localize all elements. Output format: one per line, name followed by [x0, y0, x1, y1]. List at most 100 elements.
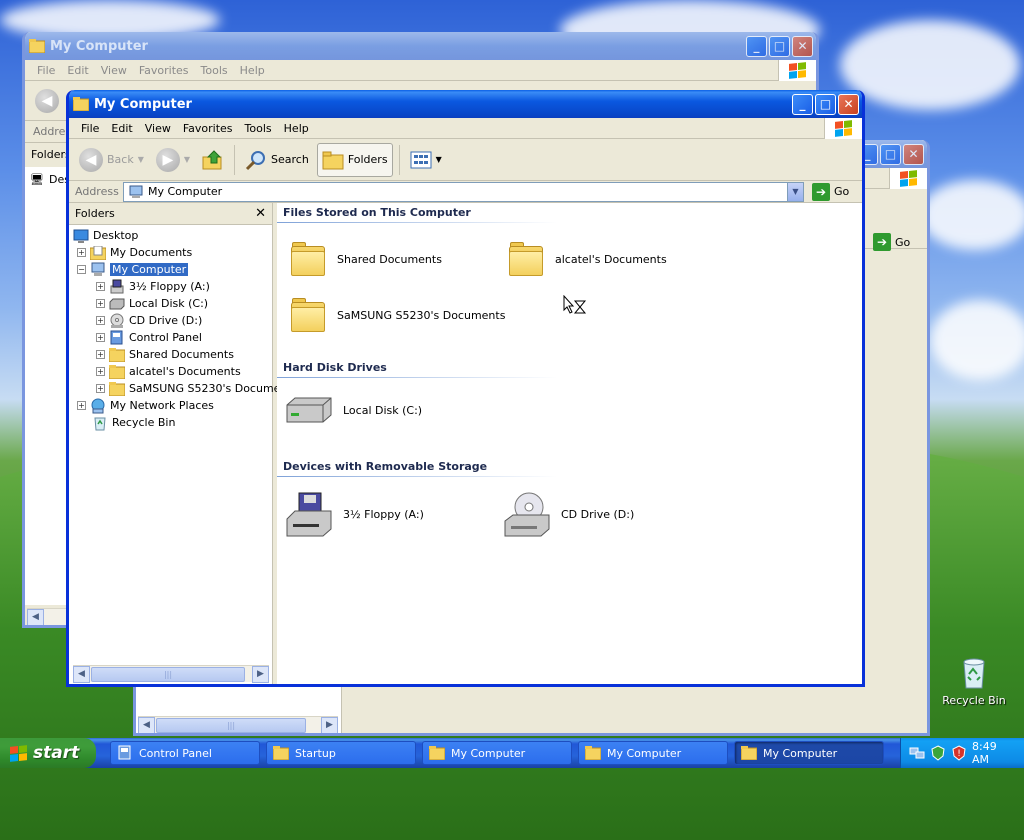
forward-arrow-icon: ▶ — [155, 147, 180, 172]
expand-icon[interactable]: + — [96, 333, 105, 342]
scroll-left-icon[interactable]: ◀ — [27, 608, 44, 625]
menu-favorites[interactable]: Favorites — [133, 64, 195, 77]
menu-view[interactable]: View — [139, 122, 177, 135]
tree-item-label: CD Drive (D:) — [129, 314, 203, 327]
back-window-2-hscrollbar[interactable]: ◀ ||| ▶ — [138, 716, 338, 733]
folders-button[interactable]: Folders — [316, 142, 393, 177]
tree-item-alcatel-documents[interactable]: + alcatel's Documents — [96, 363, 241, 380]
minimize-button[interactable]: _ — [746, 35, 767, 57]
item-samsung-documents[interactable]: SaMSUNG S5230's Documents — [289, 297, 505, 333]
back-dropdown-icon[interactable]: ▼ — [138, 155, 144, 164]
search-button[interactable]: Search — [241, 143, 313, 177]
tree-item-control-panel[interactable]: + Control Panel — [96, 329, 202, 346]
menu-edit[interactable]: Edit — [105, 122, 138, 135]
back-window-1-hscrollbar[interactable]: ◀ — [27, 608, 71, 625]
item-floppy[interactable]: 3½ Floppy (A:) — [285, 491, 424, 537]
tree-item-network-places[interactable]: + My Network Places — [77, 397, 214, 414]
address-input[interactable]: My Computer ▼ — [123, 181, 804, 202]
taskbar-button-control-panel[interactable]: Control Panel — [110, 741, 260, 765]
item-alcatel-documents[interactable]: alcatel's Documents — [507, 241, 667, 277]
go-button[interactable]: ➔ Go — [808, 182, 862, 201]
expand-icon[interactable]: + — [77, 401, 86, 410]
shield-alert-icon[interactable]: ! — [951, 745, 967, 761]
maximize-button[interactable]: □ — [880, 143, 901, 165]
desktop-recycle-bin[interactable]: Recycle Bin — [939, 656, 1009, 707]
expand-icon[interactable]: + — [96, 282, 105, 291]
taskbar-button-my-computer-1[interactable]: My Computer — [422, 741, 572, 765]
folders-hscrollbar[interactable]: ◀ ||| ▶ — [73, 665, 269, 683]
scroll-thumb[interactable]: ||| — [91, 666, 245, 682]
scroll-right-icon[interactable]: ▶ — [321, 716, 338, 733]
scroll-right-icon[interactable]: ▶ — [252, 665, 269, 683]
menu-favorites[interactable]: Favorites — [177, 122, 239, 135]
tree-item-floppy[interactable]: + 3½ Floppy (A:) — [96, 278, 210, 295]
security-center-icon[interactable] — [930, 745, 946, 761]
item-cd-drive[interactable]: CD Drive (D:) — [503, 491, 634, 537]
expand-icon[interactable]: + — [96, 350, 105, 359]
minimize-button[interactable]: _ — [792, 93, 813, 115]
menu-tools[interactable]: Tools — [195, 64, 234, 77]
folder-icon — [741, 745, 757, 761]
main-window-titlebar[interactable]: My Computer _ □ ✕ — [69, 90, 862, 118]
taskbar-button-my-computer-3[interactable]: My Computer — [734, 741, 884, 765]
back-window-1-titlebar[interactable]: My Computer _ □ ✕ — [25, 32, 816, 60]
views-button[interactable]: ▼ — [406, 143, 446, 177]
taskbar-button-my-computer-2[interactable]: My Computer — [578, 741, 728, 765]
group-header-removable: Devices with Removable Storage — [283, 460, 488, 473]
tree-item-local-disk[interactable]: + Local Disk (C:) — [96, 295, 208, 312]
close-button[interactable]: ✕ — [903, 143, 924, 165]
menu-tools[interactable]: Tools — [239, 122, 278, 135]
main-toolbar: ◀ Back ▼ ▶ ▼ Search Folders ▼ — [69, 139, 862, 181]
maximize-button[interactable]: □ — [815, 93, 836, 115]
expand-icon[interactable]: + — [77, 248, 86, 257]
up-folder-button[interactable] — [198, 143, 228, 177]
tree-item-recycle-bin[interactable]: Recycle Bin — [92, 414, 175, 431]
back-window-2-go-button[interactable]: ➔ Go — [869, 233, 923, 251]
item-shared-documents[interactable]: Shared Documents — [289, 241, 442, 277]
tree-item-cd-drive[interactable]: + CD Drive (D:) — [96, 312, 202, 329]
item-local-disk[interactable]: Local Disk (C:) — [285, 395, 422, 425]
folder-icon — [429, 745, 445, 761]
start-button[interactable]: start — [0, 738, 96, 768]
tree-item-samsung-documents[interactable]: + SaMSUNG S5230's Document — [96, 380, 292, 397]
windows-logo-icon — [889, 168, 927, 189]
forward-button[interactable]: ▶ ▼ — [152, 143, 194, 177]
scroll-thumb[interactable]: ||| — [156, 717, 306, 733]
scroll-left-icon[interactable]: ◀ — [73, 665, 90, 683]
start-label: start — [33, 743, 80, 763]
folder-icon — [109, 364, 125, 380]
tree-item-shared-documents[interactable]: + Shared Documents — [96, 346, 234, 363]
close-pane-icon[interactable]: ✕ — [255, 206, 266, 221]
menu-help[interactable]: Help — [234, 64, 271, 77]
expand-icon[interactable]: + — [96, 384, 105, 393]
close-button[interactable]: ✕ — [838, 93, 859, 115]
tree-item-my-computer[interactable]: − My Computer — [77, 261, 189, 278]
close-button[interactable]: ✕ — [792, 35, 813, 57]
expand-icon[interactable]: + — [96, 316, 105, 325]
busy-cursor-icon — [563, 294, 587, 320]
main-window[interactable]: My Computer _ □ ✕ File Edit View Favorit… — [66, 90, 865, 687]
tree-item-my-documents[interactable]: + My Documents — [77, 244, 192, 261]
collapse-icon[interactable]: − — [77, 265, 86, 274]
menu-view[interactable]: View — [95, 64, 133, 77]
tree-item-desktop[interactable]: Desktop — [73, 227, 138, 244]
back-button[interactable]: ◀ Back ▼ — [75, 143, 148, 177]
clock[interactable]: 8:49 AM — [972, 740, 1014, 766]
menu-file[interactable]: File — [31, 64, 61, 77]
address-dropdown-icon[interactable]: ▼ — [787, 182, 803, 201]
taskbar-button-startup[interactable]: Startup — [266, 741, 416, 765]
back-arrow-icon[interactable]: ◀ — [35, 88, 59, 113]
forward-dropdown-icon[interactable]: ▼ — [184, 155, 190, 164]
cd-drive-icon — [504, 492, 550, 537]
maximize-button[interactable]: □ — [769, 35, 790, 57]
folders-icon — [322, 151, 344, 169]
expand-icon[interactable]: + — [96, 299, 105, 308]
menu-file[interactable]: File — [75, 122, 105, 135]
menu-edit[interactable]: Edit — [61, 64, 94, 77]
main-window-menubar: File Edit View Favorites Tools Help — [69, 118, 862, 139]
expand-icon[interactable]: + — [96, 367, 105, 376]
folder-icon — [289, 241, 327, 277]
network-icon[interactable] — [909, 745, 925, 761]
menu-help[interactable]: Help — [278, 122, 315, 135]
scroll-left-icon[interactable]: ◀ — [138, 716, 155, 733]
